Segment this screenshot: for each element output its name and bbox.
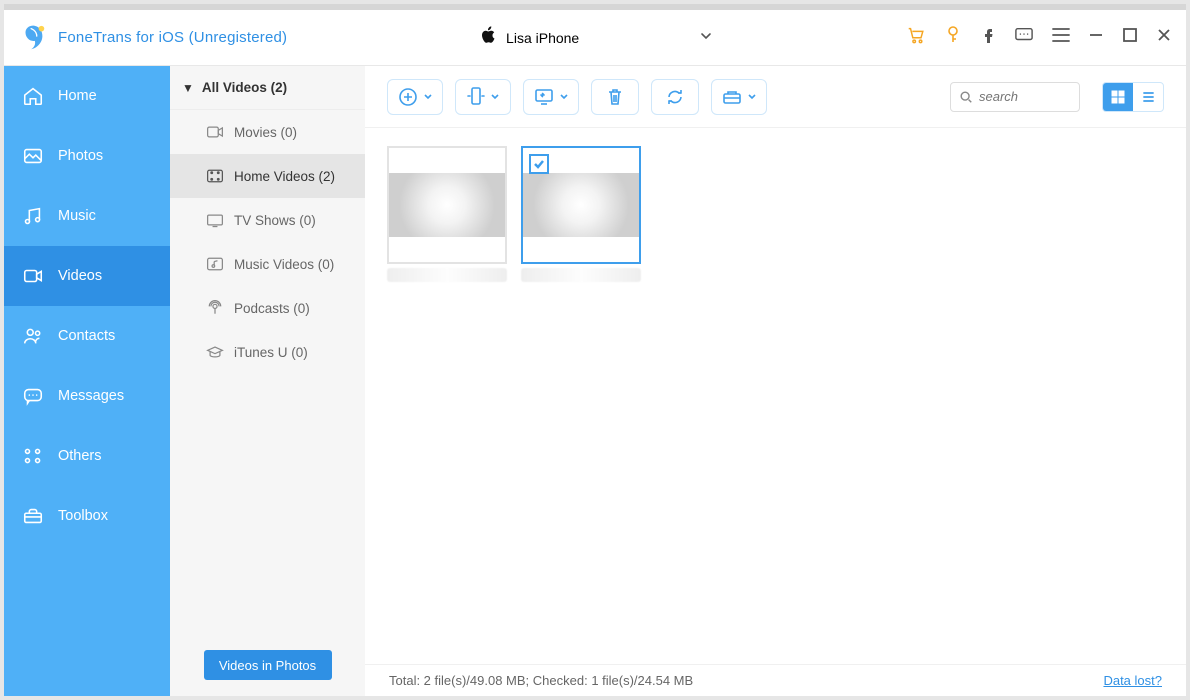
grid-view-button[interactable] [1103, 83, 1133, 111]
category-movies[interactable]: Movies (0) [170, 110, 365, 154]
menu-icon[interactable] [1052, 27, 1070, 48]
category-label: TV Shows (0) [234, 213, 316, 228]
sidebar-item-label: Home [58, 88, 97, 104]
app-logo [18, 23, 48, 53]
status-bar: Total: 2 file(s)/49.08 MB; Checked: 1 fi… [365, 664, 1186, 696]
add-button[interactable] [387, 79, 443, 115]
status-text: Total: 2 file(s)/49.08 MB; Checked: 1 fi… [389, 673, 693, 688]
open-folder-button[interactable] [711, 79, 767, 115]
thumbnail-caption [387, 268, 507, 282]
category-tv-shows[interactable]: TV Shows (0) [170, 198, 365, 242]
category-panel: ▼ All Videos (2) Movies (0) Home Videos … [170, 66, 365, 696]
refresh-button[interactable] [651, 79, 699, 115]
device-selector[interactable]: Lisa iPhone [468, 20, 725, 55]
category-label: Home Videos (2) [234, 169, 335, 184]
delete-button[interactable] [591, 79, 639, 115]
app-title: FoneTrans for iOS (Unregistered) [58, 29, 287, 46]
search-input[interactable] [979, 89, 1069, 104]
sidebar-item-label: Contacts [58, 328, 115, 344]
category-label: Movies (0) [234, 125, 297, 140]
apple-icon [480, 26, 496, 49]
thumbnail-caption [521, 268, 641, 282]
sidebar-item-photos[interactable]: Photos [4, 126, 170, 186]
category-home-videos[interactable]: Home Videos (2) [170, 154, 365, 198]
sidebar-item-label: Music [58, 208, 96, 224]
view-toggle [1102, 82, 1164, 112]
category-label: iTunes U (0) [234, 345, 308, 360]
key-icon[interactable] [944, 25, 962, 50]
category-header[interactable]: ▼ All Videos (2) [170, 66, 365, 110]
device-name: Lisa iPhone [506, 30, 579, 46]
sidebar-item-label: Messages [58, 388, 124, 404]
category-label: Music Videos (0) [234, 257, 334, 272]
video-thumbnail[interactable] [521, 146, 641, 282]
category-music-videos[interactable]: Music Videos (0) [170, 242, 365, 286]
toolbar [365, 66, 1186, 128]
category-label: Podcasts (0) [234, 301, 310, 316]
data-lost-link[interactable]: Data lost? [1103, 673, 1162, 688]
sidebar-item-label: Photos [58, 148, 103, 164]
category-itunes-u[interactable]: iTunes U (0) [170, 330, 365, 374]
category-podcasts[interactable]: Podcasts (0) [170, 286, 365, 330]
sidebar-item-label: Others [58, 448, 102, 464]
sidebar: Home Photos Music Videos Contacts Messag… [4, 66, 170, 696]
sidebar-item-home[interactable]: Home [4, 66, 170, 126]
video-thumbnail[interactable] [387, 146, 507, 282]
sidebar-item-contacts[interactable]: Contacts [4, 306, 170, 366]
sidebar-item-others[interactable]: Others [4, 426, 170, 486]
chevron-down-icon [699, 29, 713, 46]
sidebar-item-messages[interactable]: Messages [4, 366, 170, 426]
sidebar-item-label: Videos [58, 268, 102, 284]
facebook-icon[interactable] [980, 25, 996, 50]
cart-icon[interactable] [906, 25, 926, 50]
search-box[interactable] [950, 82, 1080, 112]
maximize-button[interactable] [1122, 27, 1138, 48]
feedback-icon[interactable] [1014, 26, 1034, 49]
to-device-button[interactable] [455, 79, 511, 115]
search-icon [959, 90, 973, 104]
videos-in-photos-button[interactable]: Videos in Photos [204, 650, 332, 680]
to-pc-button[interactable] [523, 79, 579, 115]
list-view-button[interactable] [1133, 83, 1163, 111]
check-icon [529, 154, 549, 174]
sidebar-item-videos[interactable]: Videos [4, 246, 170, 306]
content-area: Total: 2 file(s)/49.08 MB; Checked: 1 fi… [365, 66, 1186, 696]
minimize-button[interactable] [1088, 27, 1104, 48]
thumbnail-grid [365, 128, 1186, 300]
category-header-label: All Videos (2) [202, 80, 287, 95]
triangle-down-icon: ▼ [182, 81, 194, 95]
sidebar-item-music[interactable]: Music [4, 186, 170, 246]
close-button[interactable] [1156, 27, 1172, 48]
sidebar-item-label: Toolbox [58, 508, 108, 524]
sidebar-item-toolbox[interactable]: Toolbox [4, 486, 170, 546]
